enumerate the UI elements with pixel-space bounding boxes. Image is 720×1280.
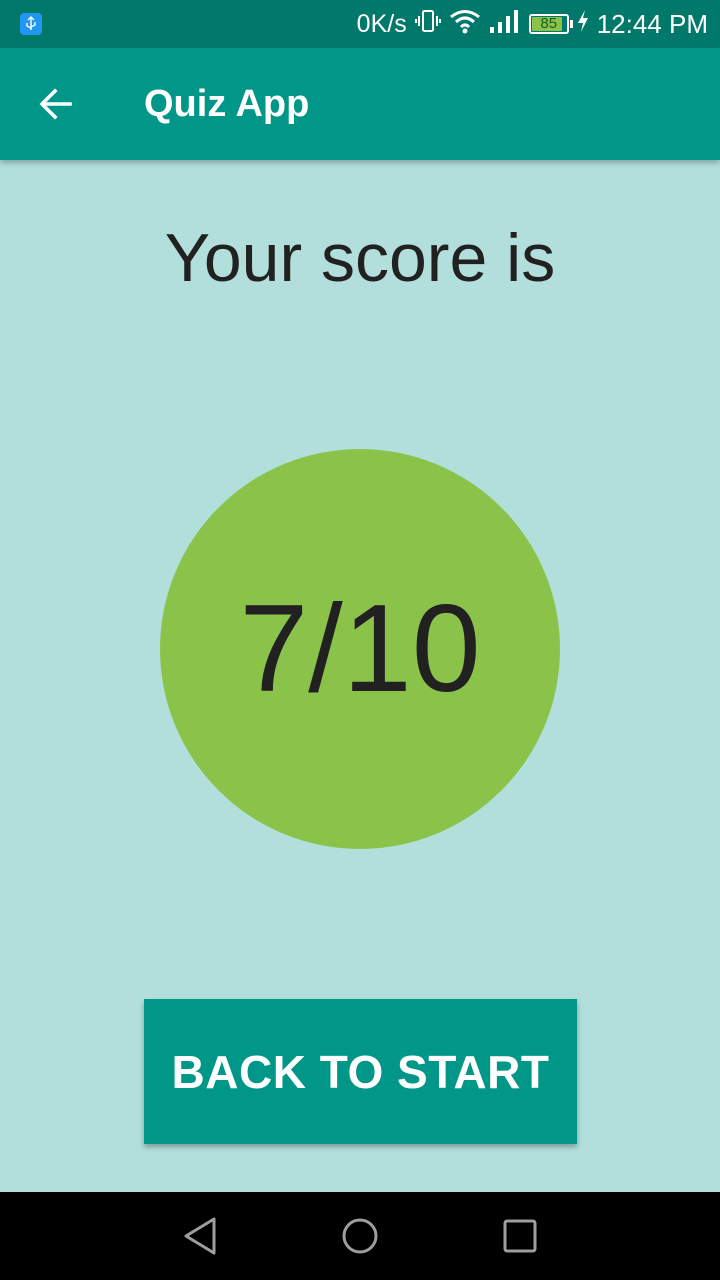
usb-icon	[20, 13, 42, 35]
score-value: 7/10	[239, 580, 481, 718]
app-bar: Quiz App	[0, 48, 720, 160]
score-circle: 7/10	[160, 449, 560, 849]
navigation-bar	[0, 1192, 720, 1280]
nav-home-button[interactable]	[332, 1210, 388, 1262]
signal-icon	[489, 8, 521, 41]
recents-square-icon	[503, 1219, 537, 1253]
battery-level: 85	[540, 15, 558, 32]
status-time: 12:44 PM	[596, 8, 708, 39]
home-circle-icon	[342, 1218, 378, 1254]
wifi-icon	[449, 8, 481, 41]
vibrate-icon	[414, 8, 441, 41]
back-triangle-icon	[184, 1217, 216, 1255]
status-bar: 0K/s 85 12:44 PM	[0, 0, 720, 48]
nav-back-button[interactable]	[172, 1210, 228, 1262]
status-icons: 0K/s 85 12:44 PM	[357, 0, 708, 48]
nav-recents-button[interactable]	[492, 1210, 548, 1262]
arrow-back-icon	[39, 88, 72, 120]
charging-icon	[577, 9, 589, 40]
net-speed: 0K/s	[356, 9, 407, 38]
back-to-start-button[interactable]: BACK TO START	[144, 999, 577, 1144]
battery-icon: 85	[528, 14, 573, 34]
score-heading: Your score is	[164, 220, 556, 296]
app-title: Quiz App	[144, 83, 310, 125]
back-button[interactable]	[24, 72, 88, 136]
